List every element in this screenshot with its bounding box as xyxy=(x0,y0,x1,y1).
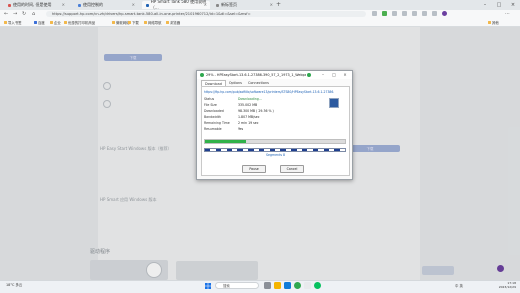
remaining-value: 2 min 19 sec xyxy=(238,121,259,125)
profile-icon[interactable] xyxy=(442,11,447,16)
forward-icon[interactable]: → xyxy=(13,11,17,17)
download-manager-icon[interactable] xyxy=(294,282,301,289)
progress-fill xyxy=(205,140,247,143)
bookmark-item[interactable]: 下载 xyxy=(128,20,139,25)
baidu-icon xyxy=(34,21,37,24)
bookmark-item[interactable]: 企业 xyxy=(50,20,61,25)
tab-favicon xyxy=(8,3,11,7)
download-icon xyxy=(200,73,204,77)
tab-label: 使用的时间, 但是使用 xyxy=(13,2,52,7)
bookmark-item[interactable]: 导入书签 xyxy=(4,20,22,25)
screenshot-icon[interactable] xyxy=(432,11,437,16)
close-window-icon[interactable]: × xyxy=(506,0,520,10)
close-icon[interactable]: × xyxy=(341,71,349,79)
tab-favicon xyxy=(146,3,149,7)
bandwidth-value: 1.807 MB/sec xyxy=(238,115,260,119)
status-label: Status xyxy=(204,97,215,101)
folder-icon xyxy=(112,21,115,24)
download-dialog: 29% - HPEasyStart-13.6.1-27386-390_57_2_… xyxy=(196,70,353,180)
segment xyxy=(340,149,345,151)
dialog-body: https://ftp.hp.com/pub/softlib/software1… xyxy=(201,86,350,176)
taskbar-search[interactable]: 搜索 xyxy=(215,282,259,289)
clock-date: 2023/12/29 xyxy=(498,285,516,289)
tab-1[interactable]: 使用的时间, 但是使用 × xyxy=(4,1,68,9)
folder-icon xyxy=(166,21,169,24)
resumable-value: Yes xyxy=(238,127,244,131)
history-icon[interactable] xyxy=(422,11,427,16)
maximize-icon[interactable]: □ xyxy=(330,71,338,79)
minimize-icon[interactable]: – xyxy=(478,0,492,10)
weather-widget[interactable]: 18°C 多云 xyxy=(6,282,22,287)
collections-icon[interactable] xyxy=(402,11,407,16)
resumable-label: Resumable xyxy=(204,127,222,131)
bookmark-item[interactable]: 网络导航 xyxy=(144,20,162,25)
downloaded-value: 98.300 MB ( 29.36 % ) xyxy=(238,109,274,113)
maximize-icon[interactable]: □ xyxy=(492,0,506,10)
minimize-icon[interactable]: – xyxy=(319,71,327,79)
pause-button[interactable]: Pause xyxy=(242,165,266,173)
bookmark-item[interactable]: 微软网络 xyxy=(112,20,130,25)
downloads-icon[interactable] xyxy=(412,11,417,16)
filesize-label: File Size xyxy=(204,103,217,107)
folder-icon xyxy=(4,21,7,24)
close-icon[interactable]: × xyxy=(132,2,135,7)
progress-bar xyxy=(204,139,346,144)
tab-active[interactable]: HP Smart Tank 580 使用说明（… × xyxy=(142,0,210,10)
connections-label: Segments 8 xyxy=(265,153,286,157)
tab-4[interactable]: 新标签页 × xyxy=(212,1,276,9)
close-icon[interactable]: × xyxy=(204,2,207,7)
bandwidth-label: Bandwidth xyxy=(204,115,221,119)
folder-icon xyxy=(144,21,147,24)
status-icon xyxy=(307,73,311,77)
status-value: Downloading... xyxy=(238,97,262,101)
address-input[interactable]: https://support.hp.com/cn-zh/drivers/hp-… xyxy=(46,11,366,17)
tab-2[interactable]: 使用控制的 × xyxy=(74,1,138,9)
dialog-title: 29% - HPEasyStart-13.6.1-27386-390_57_2_… xyxy=(206,73,306,77)
extension-icon[interactable] xyxy=(382,11,387,16)
taskbar xyxy=(0,280,520,293)
favorites-icon[interactable] xyxy=(392,11,397,16)
segments-bar xyxy=(204,148,346,152)
downloaded-label: Downloaded xyxy=(204,109,224,113)
bookmark-item[interactable]: 其他 xyxy=(488,20,499,25)
tray-language[interactable]: 中 英 xyxy=(455,283,463,288)
tab-favicon xyxy=(216,3,219,7)
tab-favicon xyxy=(78,3,81,7)
clock[interactable]: 17:18 2023/12/29 xyxy=(492,281,516,289)
tab-label: 使用控制的 xyxy=(83,2,103,7)
tab-label: 新标签页 xyxy=(221,2,237,7)
close-icon[interactable]: × xyxy=(62,2,65,7)
close-icon[interactable]: × xyxy=(270,2,273,7)
folder-icon xyxy=(488,21,491,24)
folder-icon xyxy=(128,21,131,24)
home-icon[interactable]: ⌂ xyxy=(32,11,35,17)
bookmark-item[interactable]: 百度 xyxy=(34,20,45,25)
back-icon[interactable]: ← xyxy=(4,11,8,17)
edge-icon[interactable] xyxy=(284,282,291,289)
file-icon xyxy=(329,98,339,108)
reload-icon[interactable]: ↻ xyxy=(22,11,26,17)
bookmark-item[interactable]: 优惠的打印机商品 xyxy=(64,20,95,25)
chrome-icon[interactable] xyxy=(304,282,311,289)
wechat-icon[interactable] xyxy=(314,282,321,289)
folder-icon xyxy=(50,21,53,24)
cancel-button[interactable]: Cancel xyxy=(280,165,304,173)
folder-icon xyxy=(64,21,67,24)
download-url[interactable]: https://ftp.hp.com/pub/softlib/software1… xyxy=(204,90,334,94)
task-view-icon[interactable] xyxy=(264,282,271,289)
remaining-label: Remaining Time xyxy=(204,121,230,125)
new-tab-icon[interactable]: + xyxy=(276,1,281,8)
file-explorer-icon[interactable] xyxy=(274,282,281,289)
extension-icon[interactable] xyxy=(372,11,377,16)
dialog-titlebar[interactable]: 29% - HPEasyStart-13.6.1-27386-390_57_2_… xyxy=(197,71,352,79)
bookmark-item[interactable]: 浏览器 xyxy=(166,20,180,25)
menu-icon[interactable]: ⋯ xyxy=(505,11,510,17)
filesize-value: 335.002 MB xyxy=(238,103,258,107)
windows-start-icon[interactable] xyxy=(205,283,211,289)
